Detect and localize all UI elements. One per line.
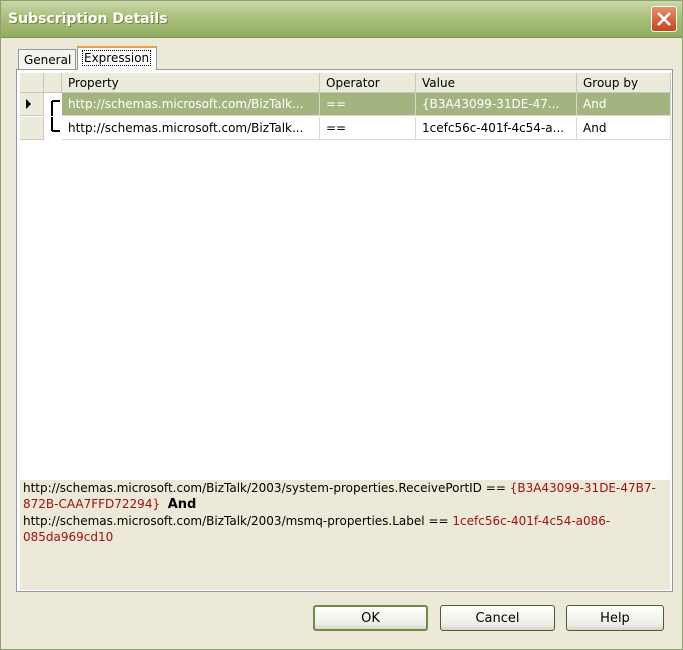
close-button[interactable] [651, 6, 677, 32]
summary-line2-operator: == [428, 514, 449, 528]
cell-group-by[interactable]: And [577, 117, 671, 140]
summary-line1-property: http://schemas.microsoft.com/BizTalk/200… [23, 481, 482, 495]
cell-property[interactable]: http://schemas.microsoft.com/BizTalk... [62, 117, 320, 140]
cancel-button[interactable]: Cancel [440, 605, 555, 631]
summary-line2-value-a: 1cefc56c-401f-4c54-a086- [452, 514, 611, 528]
column-header-group-by[interactable]: Group by [577, 73, 671, 92]
group-column-header [44, 73, 62, 92]
group-bracket-icon [51, 117, 60, 132]
column-header-operator[interactable]: Operator [320, 73, 416, 92]
table-row[interactable]: http://schemas.microsoft.com/BizTalk... … [20, 117, 671, 140]
summary-line2-value-b: 085da969cd10 [23, 530, 114, 544]
column-header-value[interactable]: Value [416, 73, 577, 92]
table-row[interactable]: http://schemas.microsoft.com/BizTalk... … [20, 93, 671, 116]
expression-grid: Property Operator Value Group by http://… [20, 73, 671, 479]
cell-operator[interactable]: == [320, 93, 416, 116]
cell-operator[interactable]: == [320, 117, 416, 140]
summary-line1-value-b: 872B-CAA7FFD72294} [23, 497, 161, 511]
expression-summary: http://schemas.microsoft.com/BizTalk/200… [20, 480, 670, 590]
row-header[interactable] [20, 117, 44, 140]
cell-value[interactable]: {B3A43099-31DE-47... [416, 93, 577, 116]
summary-line2-property: http://schemas.microsoft.com/BizTalk/200… [23, 514, 425, 528]
cell-group-by[interactable]: And [577, 93, 671, 116]
tab-expression-label: Expression [81, 50, 152, 66]
row-header-corner [20, 73, 44, 92]
current-row-arrow-icon [26, 99, 31, 109]
title-bar[interactable]: Subscription Details [1, 1, 682, 38]
help-button[interactable]: Help [566, 605, 664, 631]
row-header[interactable] [20, 93, 44, 116]
grid-header: Property Operator Value Group by [20, 73, 671, 93]
tab-general-label: General [24, 53, 72, 67]
window-title: Subscription Details [8, 11, 168, 27]
group-bracket [44, 93, 62, 116]
summary-joiner: And [167, 497, 197, 512]
subscription-details-dialog: Subscription Details General Expression … [0, 0, 683, 650]
close-icon [657, 12, 671, 26]
expression-panel: Property Operator Value Group by http://… [16, 69, 673, 592]
column-header-property[interactable]: Property [62, 73, 320, 92]
tab-expression[interactable]: Expression [77, 46, 157, 70]
cell-value[interactable]: 1cefc56c-401f-4c54-a... [416, 117, 577, 140]
summary-line1-operator: == [485, 481, 506, 495]
summary-line1-value-a: {B3A43099-31DE-47B7- [509, 481, 656, 495]
group-bracket-icon [51, 100, 60, 116]
group-bracket [44, 117, 62, 140]
cell-property[interactable]: http://schemas.microsoft.com/BizTalk... [62, 93, 320, 116]
tab-general[interactable]: General [18, 49, 76, 69]
ok-button[interactable]: OK [313, 605, 428, 631]
